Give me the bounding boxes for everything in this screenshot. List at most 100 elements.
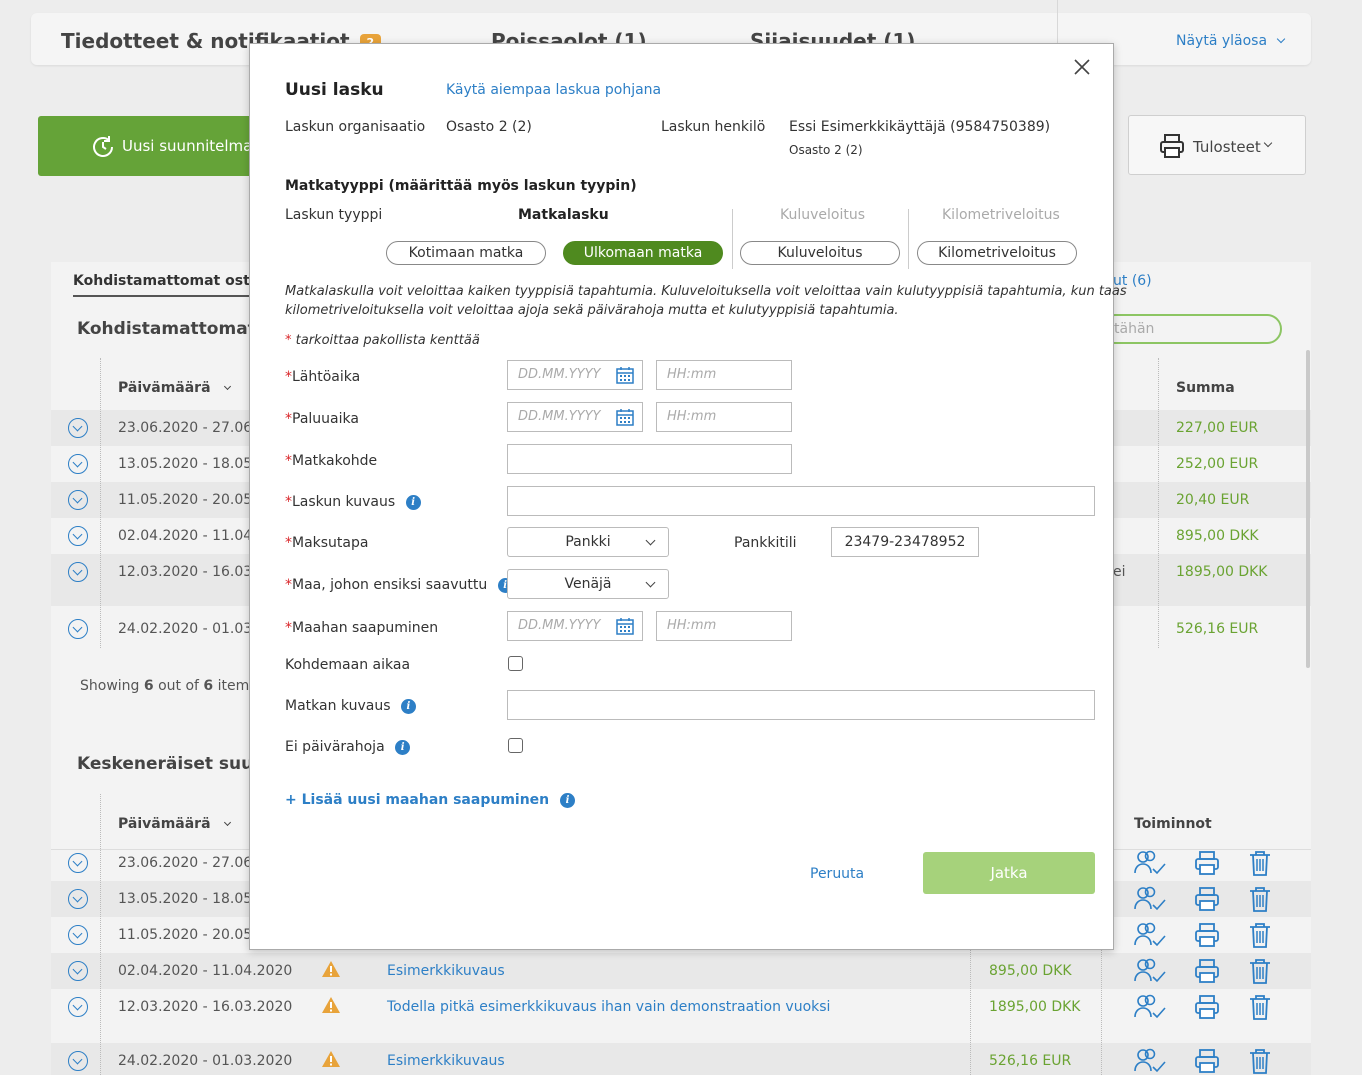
printer-icon[interactable]	[1194, 921, 1220, 953]
description-link[interactable]: Todella pitkä esimerkkikuvaus ihan vain …	[387, 999, 830, 1015]
approve-users-icon[interactable]	[1133, 849, 1167, 881]
expand-icon[interactable]	[68, 1051, 88, 1071]
trash-icon[interactable]	[1247, 993, 1273, 1025]
close-icon[interactable]	[1073, 58, 1091, 76]
local-time-checkbox[interactable]	[508, 656, 523, 671]
prints-button[interactable]: Tulosteet	[1128, 115, 1306, 175]
expand-icon[interactable]	[68, 961, 88, 981]
no-allowance-checkbox[interactable]	[508, 738, 523, 753]
return-time-input[interactable]: HH:mm	[656, 402, 792, 432]
first-country-label: *Maa, johon ensiksi saavuttu i	[285, 577, 513, 593]
trash-icon[interactable]	[1247, 1047, 1273, 1075]
calendar-icon[interactable]	[616, 617, 634, 635]
printer-icon[interactable]	[1194, 849, 1220, 881]
destination-input[interactable]	[507, 444, 792, 474]
expand-icon[interactable]	[68, 526, 88, 546]
calendar-icon[interactable]	[616, 366, 634, 384]
trash-icon[interactable]	[1247, 921, 1273, 953]
type-description-line2: kilometriveloituksella voit veloittaa aj…	[285, 303, 899, 318]
trash-icon[interactable]	[1247, 957, 1273, 989]
cancel-button[interactable]: Peruuta	[810, 866, 864, 882]
approve-users-icon[interactable]	[1133, 921, 1167, 953]
arrival-date-input[interactable]: DD.MM.YYYY	[507, 611, 643, 641]
mileage-pill[interactable]: Kilometriveloitus	[917, 241, 1077, 265]
expand-icon[interactable]	[68, 997, 88, 1017]
printer-icon[interactable]	[1194, 885, 1220, 917]
warning-icon	[321, 960, 341, 982]
column-date[interactable]: Päivämäärä	[118, 816, 232, 832]
info-icon[interactable]: i	[560, 792, 576, 808]
divider	[732, 209, 733, 269]
expand-icon[interactable]	[68, 619, 88, 639]
approve-users-icon[interactable]	[1133, 1047, 1167, 1075]
trash-icon[interactable]	[1247, 849, 1273, 881]
description-link[interactable]: Esimerkkikuvaus	[387, 1053, 505, 1069]
approve-users-icon[interactable]	[1133, 957, 1167, 989]
divider	[908, 209, 909, 269]
person-department: Osasto 2 (2)	[789, 143, 863, 157]
table-row[interactable]: 02.04.2020 - 11.04.2020 Esimerkkikuvaus 89…	[51, 953, 1311, 989]
chevron-down-icon	[224, 818, 232, 827]
approve-users-icon[interactable]	[1133, 885, 1167, 917]
domestic-trip-pill[interactable]: Kotimaan matka	[386, 241, 546, 265]
description-input[interactable]	[507, 486, 1095, 516]
first-country-select[interactable]: Venäjä	[507, 569, 669, 599]
column-divider	[970, 950, 971, 1075]
warning-icon	[321, 1050, 341, 1072]
column-date[interactable]: Päivämäärä	[118, 380, 232, 396]
person-value: Essi Esimerkkikäyttäjä (9584750389)	[789, 119, 1051, 135]
use-template-link[interactable]: Käytä aiempaa laskua pohjana	[446, 82, 661, 98]
add-arrival-link[interactable]: + Lisää uusi maahan saapuminen i	[285, 792, 576, 808]
row-actions	[1133, 957, 1273, 989]
destination-label: *Matkakohde	[285, 453, 378, 469]
return-label: *Paluuaika	[285, 411, 359, 427]
trip-description-input[interactable]	[507, 690, 1095, 720]
org-value: Osasto 2 (2)	[446, 119, 532, 135]
info-icon[interactable]: i	[405, 494, 421, 510]
description-link[interactable]: Esimerkkikuvaus	[387, 963, 505, 979]
printer-icon[interactable]	[1194, 993, 1220, 1025]
return-date-input[interactable]: DD.MM.YYYY	[507, 402, 643, 432]
arrival-time-input[interactable]: HH:mm	[656, 611, 792, 641]
row-sum: 895,00 DKK	[989, 963, 1072, 979]
column-sum: Summa	[1176, 380, 1235, 396]
warning-icon	[321, 996, 341, 1018]
column-divider	[1158, 358, 1159, 648]
expand-icon[interactable]	[68, 418, 88, 438]
expense-pill[interactable]: Kuluveloitus	[740, 241, 900, 265]
expand-icon[interactable]	[68, 925, 88, 945]
payment-method-select[interactable]: Pankki	[507, 527, 669, 557]
table-row[interactable]: 24.02.2020 - 01.03.2020 Esimerkkikuvaus 52…	[51, 1043, 1311, 1075]
printer-icon[interactable]	[1194, 1047, 1220, 1075]
table-row[interactable]: 12.03.2020 - 16.03.2020 Todella pitkä esi…	[51, 989, 1311, 1025]
info-icon[interactable]: i	[395, 739, 411, 755]
expand-icon[interactable]	[68, 889, 88, 909]
type-header-mileage: Kilometriveloitus	[942, 207, 1060, 223]
expand-icon[interactable]	[68, 853, 88, 873]
required-note: * tarkoittaa pakollista kenttää	[285, 333, 480, 348]
scrollbar[interactable]	[1306, 350, 1310, 668]
printer-icon[interactable]	[1194, 957, 1220, 989]
local-time-label: Kohdemaan aikaa	[285, 657, 411, 673]
row-actions	[1133, 885, 1273, 917]
show-top-toggle[interactable]: Näytä yläosa	[1176, 33, 1285, 49]
trip-description-label: Matkan kuvaus i	[285, 698, 416, 714]
search-input[interactable]: tähän	[1100, 314, 1282, 344]
calendar-icon[interactable]	[616, 408, 634, 426]
departure-time-input[interactable]: HH:mm	[656, 360, 792, 390]
departure-date-input[interactable]: DD.MM.YYYY	[507, 360, 643, 390]
tab-unallocated-purchases[interactable]: Kohdistamattomat ostot	[73, 273, 267, 297]
info-icon[interactable]: i	[400, 698, 416, 714]
expand-icon[interactable]	[68, 490, 88, 510]
expand-icon[interactable]	[68, 562, 88, 582]
bank-account-label: Pankkitili	[734, 535, 797, 551]
new-plan-button[interactable]: Uusi suunnitelma	[38, 116, 264, 176]
approve-users-icon[interactable]	[1133, 993, 1167, 1025]
expand-icon[interactable]	[68, 454, 88, 474]
chevron-down-icon	[1276, 34, 1285, 44]
continue-button[interactable]: Jatka	[923, 852, 1095, 894]
bank-account-input[interactable]: 23479-23478952	[831, 527, 979, 557]
trash-icon[interactable]	[1247, 885, 1273, 917]
row-actions	[1133, 921, 1273, 953]
foreign-trip-pill[interactable]: Ulkomaan matka	[563, 241, 723, 265]
